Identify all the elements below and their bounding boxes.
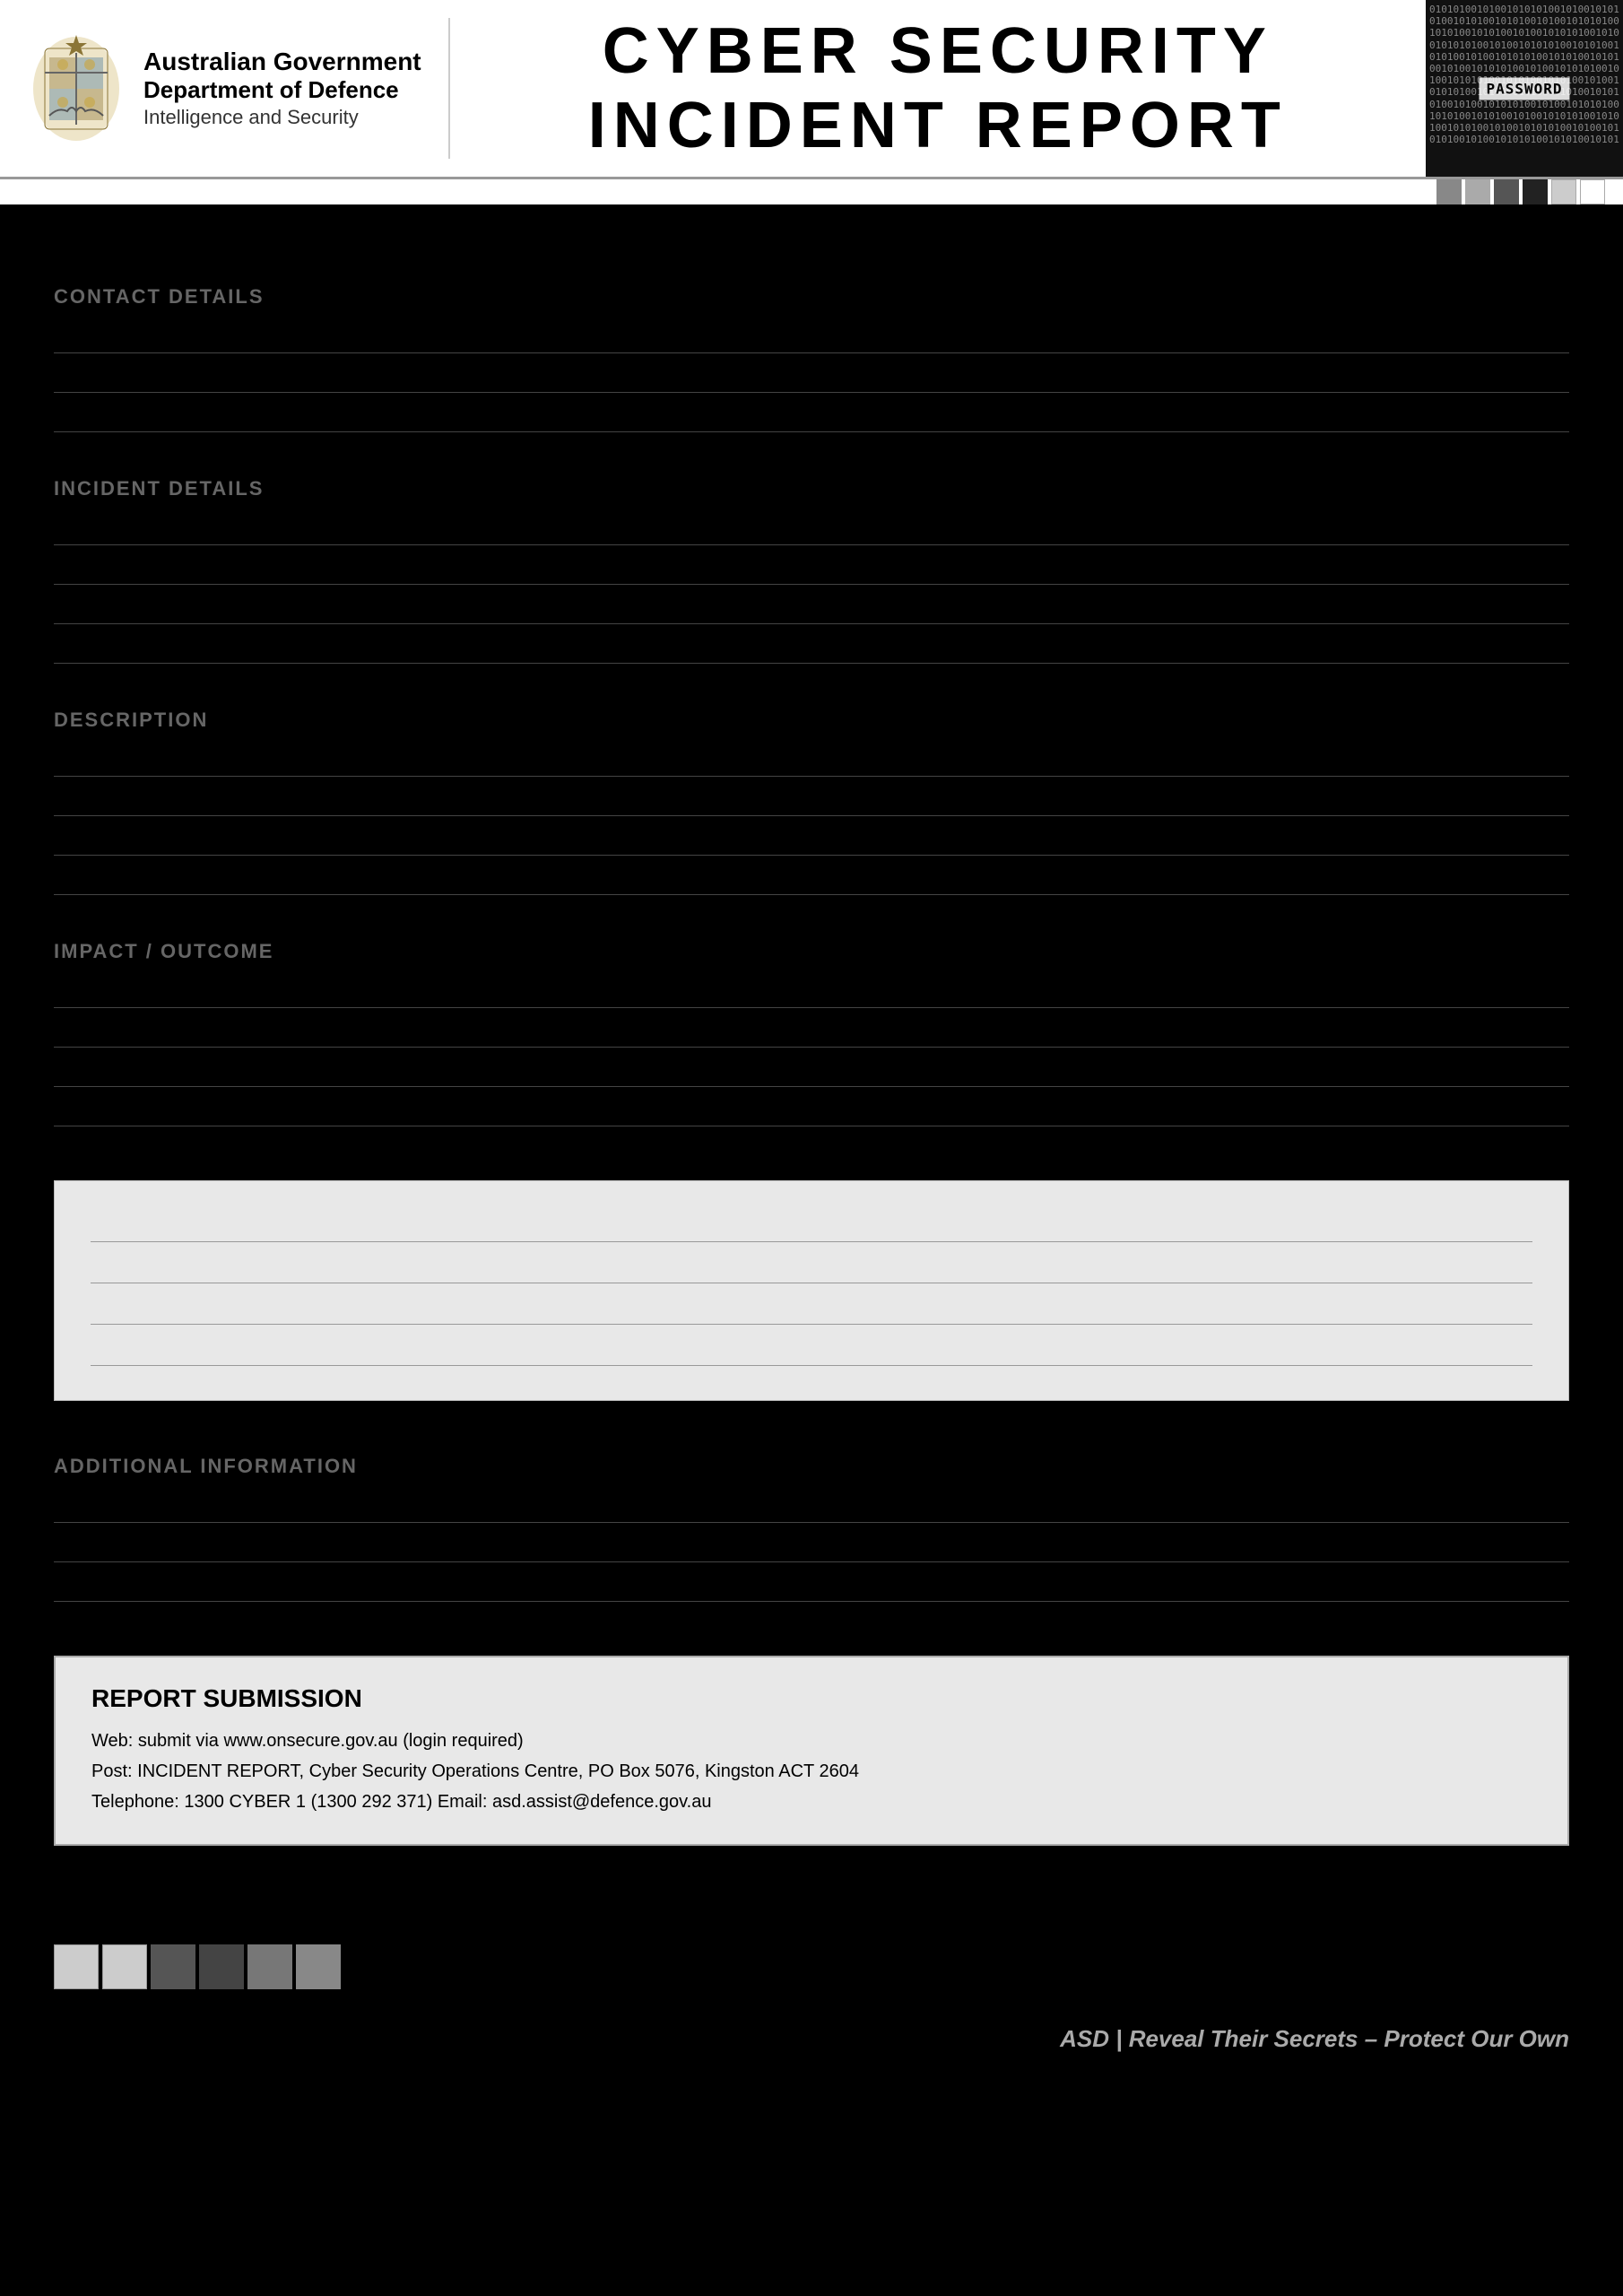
contact-line-3[interactable] bbox=[54, 398, 1569, 432]
gray-line-3[interactable] bbox=[91, 1291, 1532, 1325]
bottom-sq-1 bbox=[54, 1944, 99, 1989]
report-title-block: CYBER SECURITY INCIDENT REPORT bbox=[450, 0, 1426, 177]
gray-line-2[interactable] bbox=[91, 1249, 1532, 1283]
color-sq-1 bbox=[1436, 179, 1462, 204]
desc-line-1[interactable] bbox=[54, 743, 1569, 777]
bottom-color-bar bbox=[0, 1926, 1623, 2007]
description-label: DESCRIPTION bbox=[54, 709, 1569, 732]
color-sq-2 bbox=[1465, 179, 1490, 204]
tagline-text: ASD | Reveal Their Secrets – Protect Our… bbox=[1060, 2025, 1569, 2052]
dept-defence-label: Department of Defence bbox=[143, 76, 421, 104]
desc-line-4[interactable] bbox=[54, 861, 1569, 895]
password-text: PASSWORD bbox=[1479, 77, 1569, 100]
description-section: DESCRIPTION bbox=[54, 709, 1569, 895]
binary-text-overlay: 0101010010100101010100101001010101001010… bbox=[1426, 0, 1623, 149]
bottom-sq-6 bbox=[296, 1944, 341, 1989]
incident-line-1[interactable] bbox=[54, 511, 1569, 545]
impact-line-4[interactable] bbox=[54, 1092, 1569, 1126]
header-color-bar bbox=[0, 179, 1623, 204]
add-line-2[interactable] bbox=[54, 1528, 1569, 1562]
report-title: CYBER SECURITY INCIDENT REPORT bbox=[588, 14, 1288, 163]
incident-line-2[interactable] bbox=[54, 551, 1569, 585]
bottom-sq-5 bbox=[247, 1944, 292, 1989]
impact-label: IMPACT / OUTCOME bbox=[54, 940, 1569, 963]
incident-line-3[interactable] bbox=[54, 590, 1569, 624]
bottom-sq-2 bbox=[102, 1944, 147, 1989]
main-content: CONTACT DETAILS INCIDENT DETAILS DESCRIP… bbox=[0, 204, 1623, 1926]
impact-section: IMPACT / OUTCOME bbox=[54, 940, 1569, 1126]
footer-tagline: ASD | Reveal Their Secrets – Protect Our… bbox=[0, 2007, 1623, 2089]
gray-line-4[interactable] bbox=[91, 1332, 1532, 1366]
header-branding: Australian Government Department of Defe… bbox=[0, 0, 448, 177]
color-sq-5 bbox=[1551, 179, 1576, 204]
report-submission-box: REPORT SUBMISSION Web: submit via www.on… bbox=[54, 1656, 1569, 1846]
impact-line-1[interactable] bbox=[54, 974, 1569, 1008]
desc-line-3[interactable] bbox=[54, 822, 1569, 856]
report-submission-web: Web: submit via www.onsecure.gov.au (log… bbox=[91, 1726, 1532, 1756]
contact-details-section: CONTACT DETAILS bbox=[54, 285, 1569, 432]
gray-line-1[interactable] bbox=[91, 1208, 1532, 1242]
intel-security-label: Intelligence and Security bbox=[143, 105, 421, 131]
report-submission-post: Post: INCIDENT REPORT, Cyber Security Op… bbox=[91, 1756, 1532, 1787]
australian-government-label: Australian Government bbox=[143, 47, 421, 77]
additional-info-label: ADDITIONAL INFORMATION bbox=[54, 1455, 1569, 1478]
incident-line-4[interactable] bbox=[54, 630, 1569, 664]
bottom-sq-3 bbox=[151, 1944, 195, 1989]
report-submission-heading: REPORT SUBMISSION bbox=[91, 1684, 1532, 1713]
binary-background: 0101010010100101010100101001010101001010… bbox=[1426, 0, 1623, 177]
contact-line-2[interactable] bbox=[54, 359, 1569, 393]
gray-text-box[interactable] bbox=[54, 1180, 1569, 1401]
color-sq-3 bbox=[1494, 179, 1519, 204]
contact-details-label: CONTACT DETAILS bbox=[54, 285, 1569, 309]
impact-line-2[interactable] bbox=[54, 1013, 1569, 1048]
coat-of-arms-logo bbox=[27, 30, 126, 147]
incident-details-label: INCIDENT DETAILS bbox=[54, 477, 1569, 500]
impact-line-3[interactable] bbox=[54, 1053, 1569, 1087]
color-sq-6 bbox=[1580, 179, 1605, 204]
additional-info-section: ADDITIONAL INFORMATION bbox=[54, 1455, 1569, 1602]
incident-details-section: INCIDENT DETAILS bbox=[54, 477, 1569, 664]
desc-line-2[interactable] bbox=[54, 782, 1569, 816]
header-cyber-image: 0101010010100101010100101001010101001010… bbox=[1426, 0, 1623, 177]
color-sq-4 bbox=[1523, 179, 1548, 204]
add-line-1[interactable] bbox=[54, 1489, 1569, 1523]
contact-line-1[interactable] bbox=[54, 319, 1569, 353]
report-submission-phone: Telephone: 1300 CYBER 1 (1300 292 371) E… bbox=[91, 1787, 1532, 1817]
bottom-sq-4 bbox=[199, 1944, 244, 1989]
color-squares-group bbox=[1436, 179, 1605, 204]
government-text: Australian Government Department of Defe… bbox=[143, 47, 421, 130]
page-header: Australian Government Department of Defe… bbox=[0, 0, 1623, 179]
add-line-3[interactable] bbox=[54, 1568, 1569, 1602]
